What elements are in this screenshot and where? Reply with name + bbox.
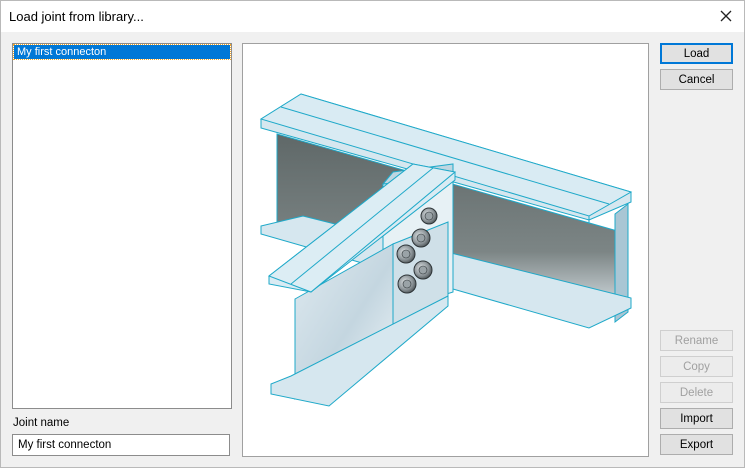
title-bar: Load joint from library... xyxy=(1,1,744,32)
export-button[interactable]: Export xyxy=(660,434,733,455)
import-button[interactable]: Import xyxy=(660,408,733,429)
close-button[interactable] xyxy=(712,3,740,29)
steel-joint-3d-image xyxy=(259,93,633,407)
joint-library-list[interactable]: My first connecton xyxy=(12,43,232,409)
delete-button[interactable]: Delete xyxy=(660,382,733,403)
joint-name-label: Joint name xyxy=(13,417,70,429)
rename-button[interactable]: Rename xyxy=(660,330,733,351)
close-icon xyxy=(720,10,732,22)
load-joint-dialog: Load joint from library... My first conn… xyxy=(0,0,745,468)
copy-button[interactable]: Copy xyxy=(660,356,733,377)
list-item-my-first-connection[interactable]: My first connecton xyxy=(13,44,231,60)
joint-preview xyxy=(242,43,649,457)
dialog-title: Load joint from library... xyxy=(9,9,144,24)
joint-name-input[interactable] xyxy=(12,434,230,456)
cancel-button[interactable]: Cancel xyxy=(660,69,733,90)
load-button[interactable]: Load xyxy=(660,43,733,64)
